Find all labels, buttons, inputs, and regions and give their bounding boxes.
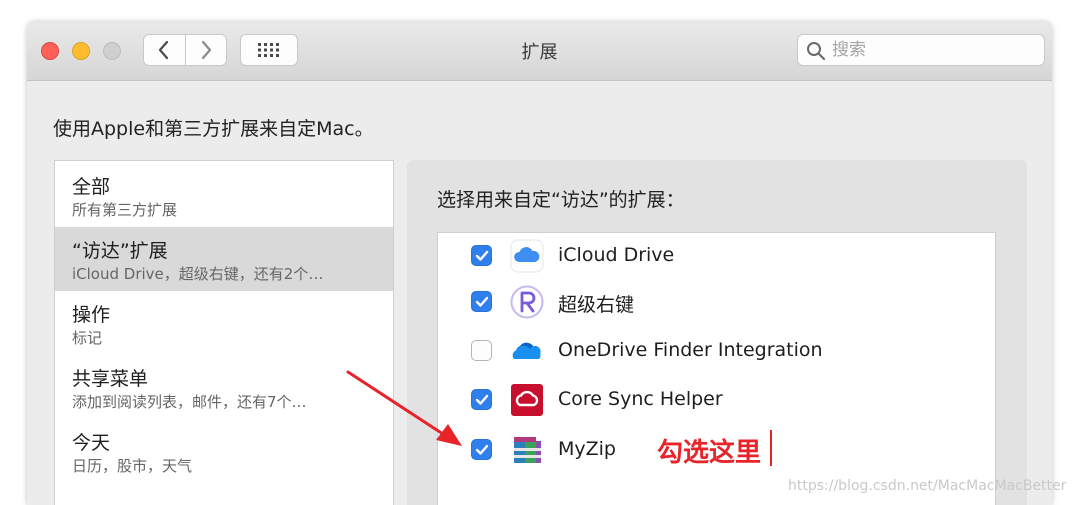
- super-right-click-icon: [510, 285, 544, 319]
- sidebar-item-all[interactable]: 全部 所有第三方扩展: [55, 163, 393, 227]
- search-field[interactable]: [797, 34, 1045, 66]
- sidebar-item-subtitle: 日历，股市，天气: [72, 457, 193, 475]
- sidebar-item-today[interactable]: 今天 日历，股市，天气: [55, 419, 393, 483]
- watermark-text: https://blog.csdn.net/MacMacMacBetter: [788, 478, 1067, 494]
- sidebar-item-subtitle: 所有第三方扩展: [72, 201, 178, 219]
- text-cursor: [770, 430, 772, 466]
- list-item-super-right-click: 超级右键: [438, 279, 995, 327]
- onedrive-icon: [512, 342, 541, 359]
- intro-text: 使用Apple和第三方扩展来自定Mac。: [53, 118, 374, 140]
- list-item-icloud-drive: iCloud Drive: [438, 233, 995, 281]
- sidebar-item-share-menu[interactable]: 共享菜单 添加到阅读列表，邮件，还有7个…: [55, 355, 393, 419]
- annotation-text: 勾选这里: [657, 438, 762, 468]
- sidebar-item-title: “访达”扩展: [72, 240, 168, 262]
- list-item-onedrive: OneDrive Finder Integration: [438, 328, 995, 376]
- sidebar-item-title: 共享菜单: [72, 368, 149, 390]
- panel-label: 选择用来自定“访达”的扩展：: [437, 189, 685, 211]
- checkmark-icon: [475, 296, 488, 307]
- sidebar-item-title: 操作: [72, 304, 111, 326]
- checkmark-icon: [475, 444, 488, 455]
- checkbox-myzip[interactable]: [471, 439, 492, 460]
- icloud-icon: [510, 239, 544, 273]
- list-item-core-sync-helper: Core Sync Helper: [438, 377, 995, 425]
- checkbox-core-sync-helper[interactable]: [471, 389, 492, 410]
- checkmark-icon: [475, 394, 488, 405]
- search-input[interactable]: [832, 38, 1037, 62]
- sidebar-item-title: 今天: [72, 432, 111, 454]
- extension-name: Core Sync Helper: [558, 388, 723, 410]
- checkbox-onedrive[interactable]: [471, 340, 492, 361]
- extension-category-list: 全部 所有第三方扩展 “访达”扩展 iCloud Drive，超级右键，还有2个…: [54, 160, 394, 505]
- checkbox-super-right-click[interactable]: [471, 291, 492, 312]
- adobe-creative-cloud-icon: [511, 384, 543, 416]
- preferences-window: 扩展 使用Apple和第三方扩展来自定Mac。 全部 所有第三方扩展 “访达”扩…: [27, 22, 1052, 505]
- checkmark-icon: [475, 250, 488, 261]
- extension-name: iCloud Drive: [558, 244, 675, 266]
- myzip-archive-icon: [514, 437, 541, 463]
- sidebar-item-finder-extensions[interactable]: “访达”扩展 iCloud Drive，超级右键，还有2个…: [55, 227, 393, 291]
- search-icon: [807, 42, 826, 61]
- sidebar-item-actions[interactable]: 操作 标记: [55, 291, 393, 355]
- checkbox-icloud-drive[interactable]: [471, 245, 492, 266]
- sidebar-item-subtitle: 标记: [72, 329, 103, 347]
- title-bar: 扩展: [27, 22, 1052, 81]
- extension-name: OneDrive Finder Integration: [558, 339, 823, 361]
- sidebar-item-subtitle: iCloud Drive，超级右键，还有2个…: [72, 265, 324, 283]
- extension-name: 超级右键: [558, 294, 635, 316]
- sidebar-item-subtitle: 添加到阅读列表，邮件，还有7个…: [72, 393, 307, 411]
- sidebar-item-title: 全部: [72, 176, 111, 198]
- extension-name: MyZip: [558, 438, 616, 460]
